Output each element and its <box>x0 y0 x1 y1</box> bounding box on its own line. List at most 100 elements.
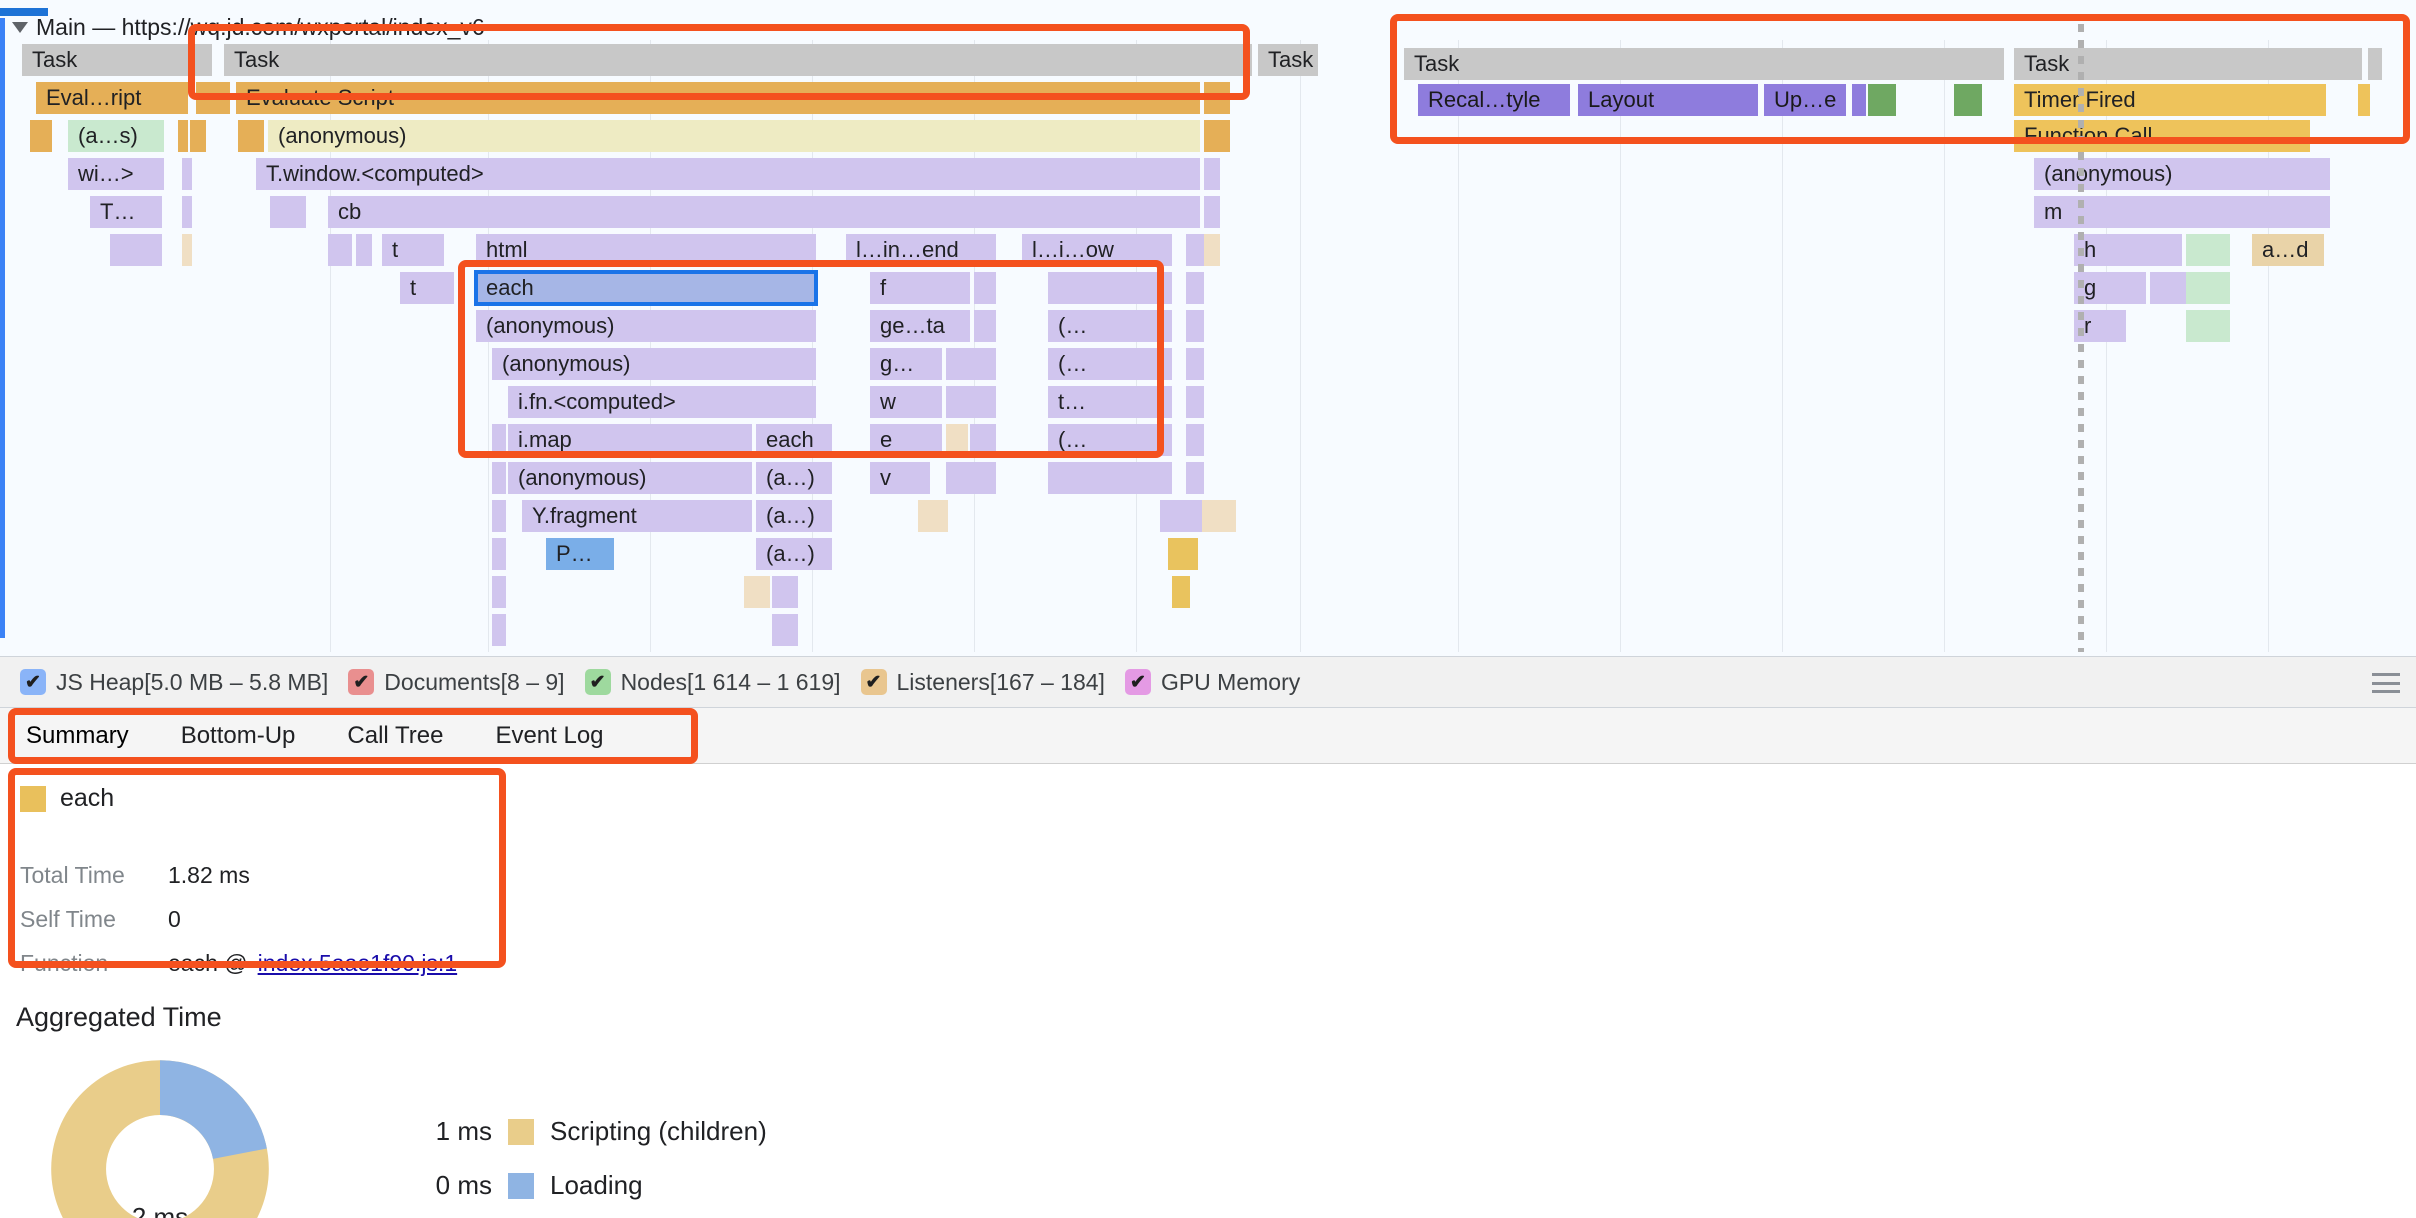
flame-bar-unlabeled[interactable] <box>1202 500 1236 532</box>
flame-bar-unlabeled[interactable] <box>1186 386 1204 418</box>
flame-bar-unlabeled[interactable] <box>1186 272 1204 304</box>
flame-bar-unlabeled[interactable] <box>2358 84 2370 116</box>
flame-bar-unlabeled[interactable] <box>110 234 162 266</box>
flame-bar-unlabeled[interactable] <box>182 196 192 228</box>
flame-bar-unlabeled[interactable] <box>492 424 506 456</box>
flame-bar[interactable]: each <box>474 270 818 306</box>
flame-bar-unlabeled[interactable] <box>1168 538 1198 570</box>
flame-bar-unlabeled[interactable] <box>1048 462 1172 494</box>
flame-bar[interactable]: i.map <box>508 424 752 456</box>
flame-bar[interactable]: (anonymous) <box>508 462 752 494</box>
flame-bar[interactable]: (… <box>1048 424 1172 456</box>
flame-bar[interactable]: l…i…ow <box>1022 234 1172 266</box>
flame-bar-unlabeled[interactable] <box>974 310 996 342</box>
counter-toggle[interactable]: ✔ Nodes[1 614 – 1 619] <box>584 669 841 696</box>
flame-bar[interactable]: v <box>870 462 930 494</box>
flame-bar-unlabeled[interactable] <box>1204 234 1220 266</box>
flame-bar-unlabeled[interactable] <box>238 120 264 152</box>
flame-bar-unlabeled[interactable] <box>946 462 996 494</box>
details-tab-bar[interactable]: Summary Bottom-Up Call Tree Event Log <box>0 708 2416 764</box>
flame-bar[interactable]: g <box>2074 272 2146 304</box>
flame-bar-unlabeled[interactable] <box>1172 576 1190 608</box>
flame-bar[interactable]: t… <box>1048 386 1172 418</box>
flame-bar[interactable]: ge…ta <box>870 310 970 342</box>
flame-bar-unlabeled[interactable] <box>1186 348 1204 380</box>
flame-bar[interactable]: (a…) <box>756 462 832 494</box>
flame-bar-unlabeled[interactable] <box>1204 196 1220 228</box>
flame-bar-unlabeled[interactable] <box>196 82 230 114</box>
counter-toggle[interactable]: ✔ Listeners[167 – 184] <box>860 669 1105 696</box>
flame-bar[interactable]: (… <box>1048 310 1172 342</box>
hamburger-menu-icon[interactable] <box>2372 673 2400 693</box>
flame-bar-unlabeled[interactable] <box>946 348 996 380</box>
flame-bar-unlabeled[interactable] <box>30 120 52 152</box>
flame-bar[interactable]: T.window.<computed> <box>256 158 1200 190</box>
flame-bar[interactable]: (… <box>1048 348 1172 380</box>
flame-bar-unlabeled[interactable] <box>1954 84 1982 116</box>
checkbox-icon[interactable]: ✔ <box>348 669 375 695</box>
flame-bar-unlabeled[interactable] <box>772 576 798 608</box>
flame-bar[interactable]: l…in…end <box>846 234 996 266</box>
flame-bar-unlabeled[interactable] <box>2186 234 2230 266</box>
flame-bar[interactable]: Y.fragment <box>522 500 752 532</box>
flame-bar-unlabeled[interactable] <box>1204 158 1220 190</box>
flame-bar[interactable]: each <box>756 424 832 456</box>
tab-call-tree[interactable]: Call Tree <box>321 708 469 764</box>
checkbox-icon[interactable]: ✔ <box>20 669 46 695</box>
flame-bar[interactable]: Evaluate Script <box>236 82 1200 114</box>
counter-toggle[interactable]: ✔ JS Heap[5.0 MB – 5.8 MB] <box>20 669 328 696</box>
flame-bar-unlabeled[interactable] <box>2186 272 2230 304</box>
flame-bar-unlabeled[interactable] <box>1186 234 1204 266</box>
flame-bar[interactable]: html <box>476 234 816 266</box>
tab-event-log[interactable]: Event Log <box>469 708 629 764</box>
flame-bar-unlabeled[interactable] <box>970 424 996 456</box>
flame-bar[interactable]: g… <box>870 348 942 380</box>
flame-bar-unlabeled[interactable] <box>744 576 770 608</box>
flame-bar[interactable]: h <box>2074 234 2182 266</box>
flame-bar-unlabeled[interactable] <box>974 272 996 304</box>
checkbox-icon[interactable]: ✔ <box>584 669 611 695</box>
flame-chart-panel[interactable]: Main — https://wq.jd.com/wxportal/index_… <box>0 0 2416 656</box>
flame-bar[interactable]: Eval…ript <box>36 82 188 114</box>
flame-bar-unlabeled[interactable] <box>356 234 372 266</box>
flame-bar[interactable]: cb <box>328 196 1200 228</box>
flame-bar[interactable]: e <box>870 424 942 456</box>
tab-summary[interactable]: Summary <box>22 708 155 764</box>
flame-bar[interactable]: t <box>400 272 454 304</box>
flame-bar-unlabeled[interactable] <box>190 120 206 152</box>
flame-bar-unlabeled[interactable] <box>492 614 506 646</box>
flame-bar[interactable]: wi…> <box>68 158 164 190</box>
flame-bar[interactable]: w <box>870 386 942 418</box>
flame-bar-unlabeled[interactable] <box>946 386 996 418</box>
counter-toggle[interactable]: ✔ Documents[8 – 9] <box>348 669 565 696</box>
chevron-down-icon[interactable] <box>12 21 28 33</box>
flame-bar[interactable]: Task <box>1404 48 2004 80</box>
flame-bar-unlabeled[interactable] <box>1186 424 1204 456</box>
flame-bar-unlabeled[interactable] <box>1204 82 1230 114</box>
flame-bar[interactable]: Recal…tyle <box>1418 84 1570 116</box>
flame-bar[interactable]: Function Call <box>2014 120 2310 152</box>
flame-bar-unlabeled[interactable] <box>1868 84 1896 116</box>
flame-bar-unlabeled[interactable] <box>270 196 306 228</box>
flame-bar-unlabeled[interactable] <box>1186 310 1204 342</box>
flame-bar[interactable]: t <box>382 234 444 266</box>
flame-bar-unlabeled[interactable] <box>492 576 506 608</box>
flame-bar[interactable]: (anonymous) <box>492 348 816 380</box>
flame-bar[interactable]: (a…s) <box>68 120 164 152</box>
flame-bar[interactable]: Layout <box>1578 84 1758 116</box>
flame-bar-unlabeled[interactable] <box>492 500 506 532</box>
flame-bar-unlabeled[interactable] <box>178 120 188 152</box>
flame-bar-unlabeled[interactable] <box>328 234 352 266</box>
counter-toggle[interactable]: ✔ GPU Memory <box>1124 669 1300 696</box>
main-track-header[interactable]: Main — https://wq.jd.com/wxportal/index_… <box>12 14 485 40</box>
source-file-link[interactable]: index.5aae1f90.js:1 <box>258 950 458 977</box>
flame-bar-unlabeled[interactable] <box>772 614 798 646</box>
tab-bottom-up[interactable]: Bottom-Up <box>155 708 322 764</box>
flame-bar-unlabeled[interactable] <box>2186 310 2230 342</box>
flame-bar[interactable]: (a…) <box>756 538 832 570</box>
flame-bar[interactable]: i.fn.<computed> <box>508 386 816 418</box>
flame-bar[interactable]: Task <box>22 44 212 76</box>
flame-bar-unlabeled[interactable] <box>492 462 506 494</box>
flame-bar[interactable]: P… <box>546 538 614 570</box>
flame-bar-unlabeled[interactable] <box>182 234 192 266</box>
